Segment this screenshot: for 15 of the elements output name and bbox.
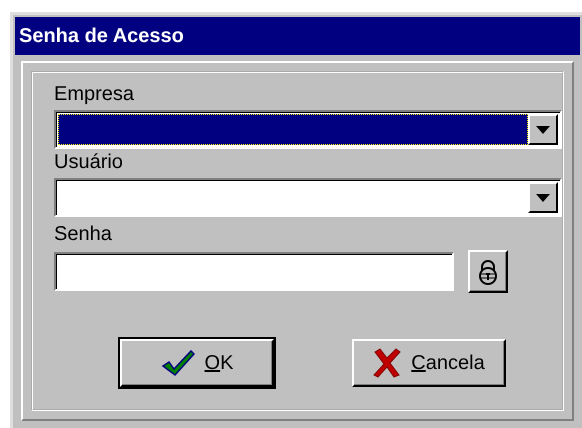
cancel-button[interactable]: Cancela — [352, 339, 506, 387]
field-label: Usuário — [54, 151, 123, 173]
password-field[interactable] — [54, 252, 454, 291]
ok-button[interactable]: OK — [120, 339, 274, 387]
cross-icon — [373, 348, 402, 378]
dropdown-arrow-icon[interactable] — [536, 126, 550, 134]
field-label: Empresa — [54, 83, 134, 105]
checkmark-icon — [160, 349, 195, 377]
window-title: Senha de Acesso — [15, 17, 580, 55]
lock-button[interactable] — [468, 250, 508, 293]
padlock-icon — [477, 258, 499, 284]
dropdown-field[interactable] — [54, 178, 562, 217]
field-label: Senha — [54, 223, 112, 245]
dropdown-arrow-icon[interactable] — [536, 194, 550, 202]
dropdown-field[interactable] — [54, 110, 562, 149]
